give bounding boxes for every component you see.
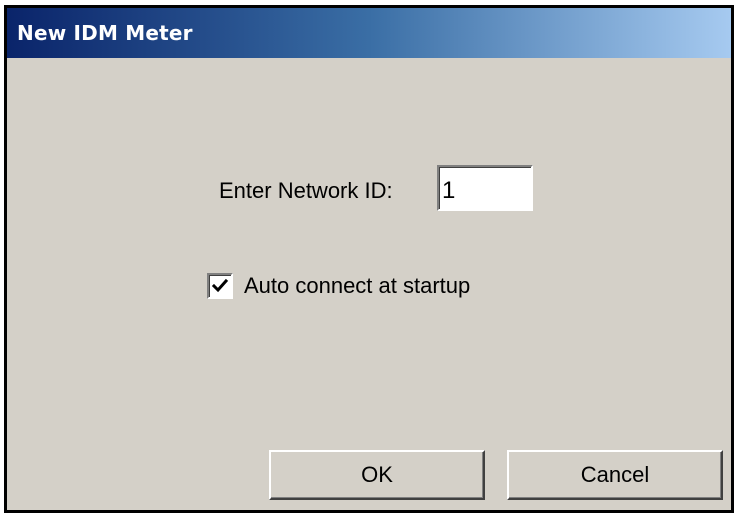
auto-connect-checkbox[interactable] (207, 273, 233, 299)
title-bar[interactable]: New IDM Meter (7, 8, 731, 58)
checkmark-icon (211, 278, 229, 293)
cancel-button[interactable]: Cancel (507, 450, 723, 500)
window-title: New IDM Meter (17, 21, 193, 45)
new-idm-meter-dialog: New IDM Meter Enter Network ID: Auto con… (4, 5, 734, 513)
ok-button[interactable]: OK (269, 450, 485, 500)
auto-connect-label[interactable]: Auto connect at startup (244, 273, 470, 299)
network-id-input[interactable] (437, 165, 533, 211)
network-id-label: Enter Network ID: (219, 178, 393, 203)
